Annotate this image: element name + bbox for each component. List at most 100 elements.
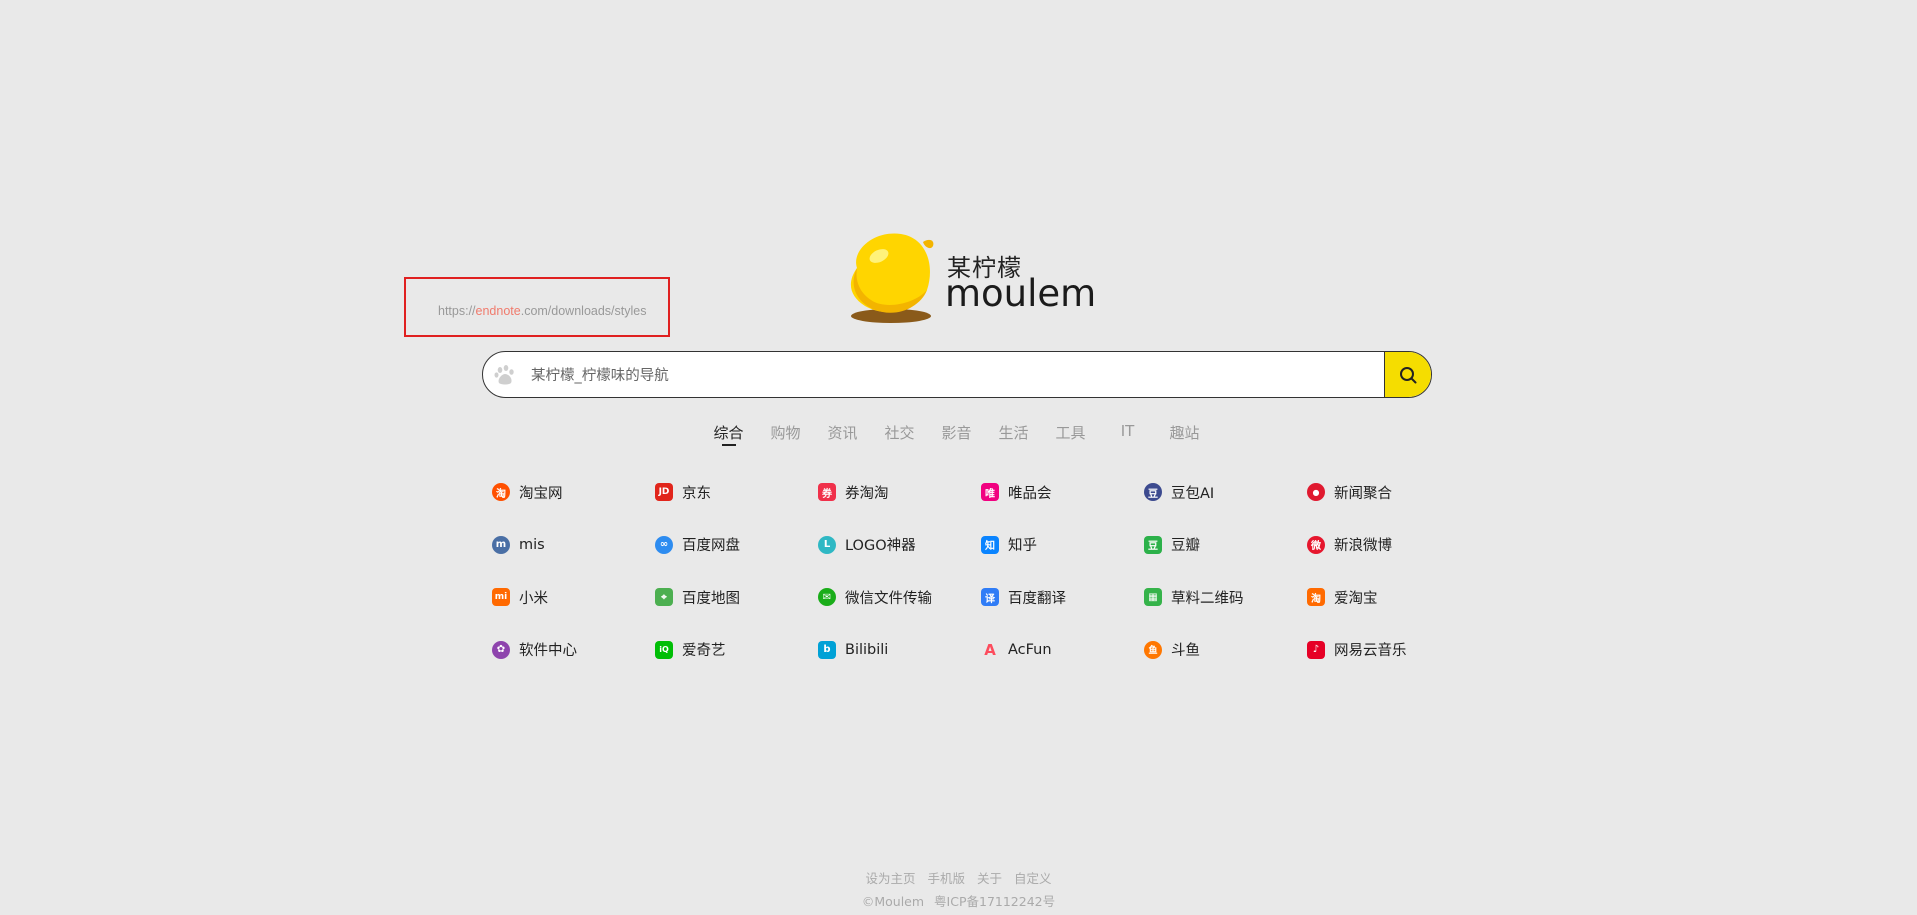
iqiyi-icon: iQ bbox=[655, 640, 673, 659]
lemon-icon bbox=[850, 233, 934, 323]
link-qrcode[interactable]: ▦ 草料二维码 bbox=[1144, 585, 1307, 609]
link-label: 爱淘宝 bbox=[1334, 590, 1378, 607]
footer-links: 设为主页 手机版 关于 自定义 bbox=[0, 868, 1917, 887]
link-jd[interactable]: JD 京东 bbox=[655, 480, 818, 504]
weibo-icon: 微 bbox=[1307, 535, 1325, 554]
qrcode-icon: ▦ bbox=[1144, 588, 1162, 606]
url-highlight: endnote bbox=[475, 304, 521, 318]
link-baidu-pan[interactable]: ∞ 百度网盘 bbox=[655, 533, 818, 557]
link-baidu-translate[interactable]: 译百度翻译 bbox=[981, 585, 1144, 609]
link-label: 小米 bbox=[519, 590, 548, 607]
footer-link-mobile[interactable]: 手机版 bbox=[927, 871, 965, 886]
footer-link-customize[interactable]: 自定义 bbox=[1014, 871, 1052, 886]
software-center-icon: ✿ bbox=[492, 640, 510, 659]
link-label: LOGO神器 bbox=[845, 538, 916, 554]
site-links-grid: 淘淘宝网 JD 京东 券券淘淘 唯唯品会 豆豆包AI ● 新闻聚合 m mis ∞ 百度… bbox=[492, 480, 1472, 690]
link-douyu[interactable]: 鱼斗鱼 bbox=[1144, 638, 1307, 662]
link-logo-tool[interactable]: L LOGO神器 bbox=[818, 533, 981, 557]
link-label: 京东 bbox=[682, 485, 711, 502]
link-bilibili[interactable]: b Bilibili bbox=[818, 638, 981, 662]
footer-link-set-homepage[interactable]: 设为主页 bbox=[865, 871, 915, 886]
link-quantaotao[interactable]: 券券淘淘 bbox=[818, 480, 981, 504]
netease-music-icon: ♪ bbox=[1307, 640, 1325, 659]
link-label: 新闻聚合 bbox=[1334, 485, 1392, 502]
quantaotao-icon: 券 bbox=[818, 483, 836, 501]
footer-link-about[interactable]: 关于 bbox=[977, 871, 1002, 886]
link-label: 新浪微博 bbox=[1334, 538, 1392, 554]
link-software-center[interactable]: ✿ 软件中心 bbox=[492, 638, 655, 662]
douyu-icon: 鱼 bbox=[1144, 640, 1162, 659]
tab-shejiao[interactable]: 社交 bbox=[871, 422, 928, 452]
link-doubao[interactable]: 豆豆包AI bbox=[1144, 480, 1307, 504]
link-vip[interactable]: 唯唯品会 bbox=[981, 480, 1144, 504]
links-row: 淘淘宝网 JD 京东 券券淘淘 唯唯品会 豆豆包AI ● 新闻聚合 bbox=[492, 480, 1472, 533]
acfun-icon: A bbox=[984, 640, 996, 659]
link-label: 豆瓣 bbox=[1171, 538, 1200, 554]
search-button[interactable] bbox=[1384, 352, 1431, 397]
tab-gouwu[interactable]: 购物 bbox=[757, 422, 814, 452]
url-suffix: .com/downloads/styles bbox=[520, 304, 647, 318]
page: 某柠檬 moulem https://endnote.com/downloads… bbox=[0, 0, 1917, 915]
link-taobao[interactable]: 淘淘宝网 bbox=[492, 480, 655, 504]
link-baidu-map[interactable]: ⌖ 百度地图 bbox=[655, 585, 818, 609]
highlight-url[interactable]: https://endnote.com/downloads/styles bbox=[438, 304, 646, 318]
footer-copyright: ©Moulem 粤ICP备17112242号 bbox=[0, 891, 1917, 910]
zhihu-icon: 知 bbox=[981, 535, 999, 554]
search-input[interactable] bbox=[529, 352, 1363, 397]
doubao-icon: 豆 bbox=[1144, 483, 1162, 501]
link-wechat-file[interactable]: ✉ 微信文件传输 bbox=[818, 585, 981, 609]
link-label: 豆包AI bbox=[1171, 485, 1215, 502]
link-label: AcFun bbox=[1008, 641, 1052, 658]
baidu-pan-icon: ∞ bbox=[655, 535, 673, 554]
link-iqiyi[interactable]: iQ 爱奇艺 bbox=[655, 638, 818, 662]
tab-zixun[interactable]: 资讯 bbox=[814, 422, 871, 452]
category-tabs: 综合 购物 资讯 社交 影音 生活 工具 IT 趣站 bbox=[700, 422, 1213, 452]
site-logo[interactable]: 某柠檬 moulem bbox=[835, 228, 1096, 328]
link-weibo[interactable]: 微新浪微博 bbox=[1307, 533, 1470, 557]
url-prefix: https:// bbox=[438, 304, 476, 318]
link-label: 微信文件传输 bbox=[845, 590, 932, 607]
baidu-translate-icon: 译 bbox=[981, 588, 999, 606]
bilibili-icon: b bbox=[818, 640, 836, 659]
link-label: Bilibili bbox=[845, 641, 889, 658]
taobao-icon: 淘 bbox=[492, 483, 510, 501]
links-row: m mis ∞ 百度网盘 L LOGO神器 知知乎 豆豆瓣 微新浪微博 bbox=[492, 533, 1472, 586]
copyright-text: ©Moulem bbox=[861, 894, 925, 909]
xiaomi-icon: mi bbox=[492, 588, 510, 606]
logo-english-text: moulem bbox=[945, 272, 1097, 315]
highlight-url-box: https://endnote.com/downloads/styles bbox=[404, 277, 670, 337]
link-label: 软件中心 bbox=[519, 643, 577, 659]
aitaobao-icon: 淘 bbox=[1307, 588, 1325, 606]
link-netease-music[interactable]: ♪ 网易云音乐 bbox=[1307, 638, 1470, 662]
link-zhihu[interactable]: 知知乎 bbox=[981, 533, 1144, 557]
tab-quzhan[interactable]: 趣站 bbox=[1156, 422, 1213, 452]
link-label: 百度地图 bbox=[682, 590, 740, 607]
links-row: mi 小米 ⌖ 百度地图 ✉ 微信文件传输 译百度翻译 ▦ 草料二维码 淘爱淘宝 bbox=[492, 585, 1472, 638]
link-label: 斗鱼 bbox=[1171, 643, 1200, 659]
link-mis[interactable]: m mis bbox=[492, 533, 655, 557]
link-news[interactable]: ● 新闻聚合 bbox=[1307, 480, 1470, 504]
mis-icon: m bbox=[492, 535, 510, 554]
tab-shenghuo[interactable]: 生活 bbox=[985, 422, 1042, 452]
tab-yingyin[interactable]: 影音 bbox=[928, 422, 985, 452]
link-xiaomi[interactable]: mi 小米 bbox=[492, 585, 655, 609]
jd-icon: JD bbox=[655, 483, 673, 501]
baidu-paw-icon[interactable] bbox=[493, 364, 517, 386]
link-label: 淘宝网 bbox=[519, 485, 563, 502]
link-label: 网易云音乐 bbox=[1334, 643, 1407, 659]
link-douban[interactable]: 豆豆瓣 bbox=[1144, 533, 1307, 557]
footer: 设为主页 手机版 关于 自定义 ©Moulem 粤ICP备17112242号 bbox=[0, 868, 1917, 910]
link-label: 唯品会 bbox=[1008, 485, 1052, 502]
link-aitaobao[interactable]: 淘爱淘宝 bbox=[1307, 585, 1470, 609]
icp-link[interactable]: 粤ICP备17112242号 bbox=[934, 894, 1055, 909]
link-acfun[interactable]: A AcFun bbox=[981, 638, 1144, 662]
tab-zonghe[interactable]: 综合 bbox=[700, 422, 757, 452]
news-icon: ● bbox=[1307, 483, 1325, 501]
link-label: 百度翻译 bbox=[1008, 590, 1066, 607]
tab-gongju[interactable]: 工具 bbox=[1042, 422, 1099, 452]
search-bar bbox=[482, 351, 1432, 398]
tab-it[interactable]: IT bbox=[1099, 422, 1156, 452]
baidu-map-icon: ⌖ bbox=[655, 588, 673, 606]
search-icon bbox=[1400, 366, 1417, 383]
link-label: 知乎 bbox=[1008, 538, 1037, 554]
